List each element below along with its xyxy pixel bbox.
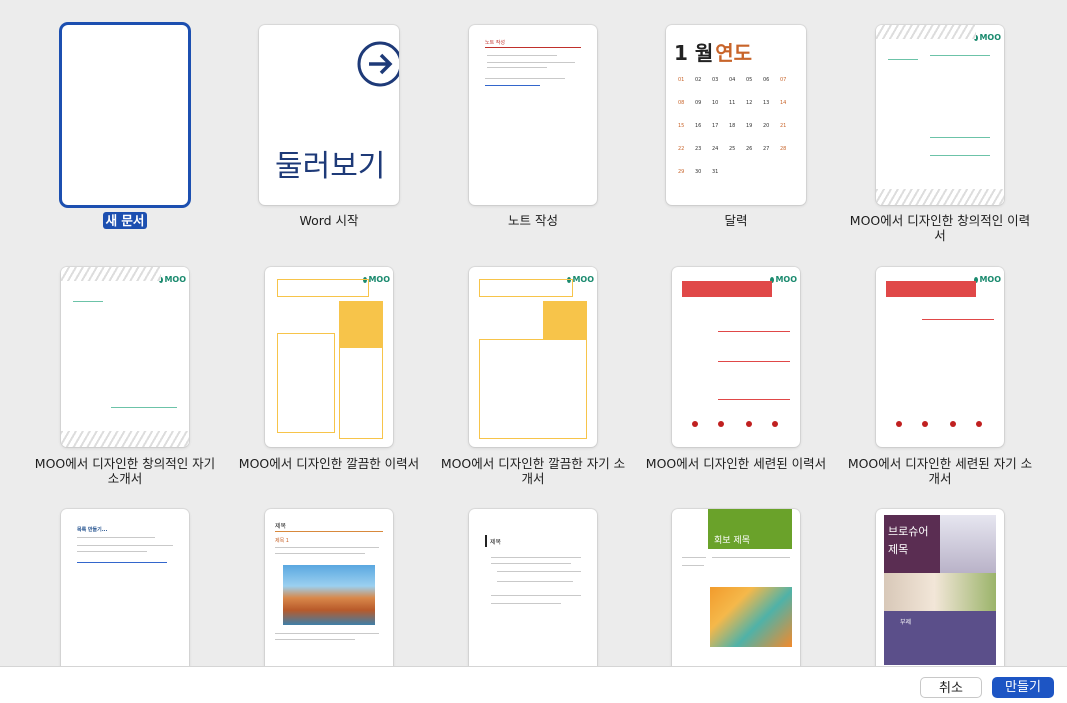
calendar-day: 14 [780,100,787,106]
calendar-day: 03 [712,77,719,83]
thumb-title: 둘러보기 [275,149,386,184]
calendar-day: 10 [712,100,719,106]
thumb-title: 제목 [275,523,287,530]
thumb-subtitle: 부제 [900,619,912,626]
template-thumbnail[interactable]: MOO [265,267,393,447]
calendar-day: 16 [695,123,702,129]
calendar-day: 28 [780,146,787,152]
thumb-title: 목록 만들기... [77,527,108,533]
template-thumbnail[interactable]: 노트 작성 [469,25,597,205]
calendar-day: 09 [695,100,702,106]
thumb-subtitle: 제목 1 [275,538,289,544]
template-thumbnail[interactable]: 둘러보기 [259,25,399,205]
calendar-day: 01 [678,77,685,83]
calendar-day: 13 [763,100,770,106]
calendar-day: 12 [746,100,753,106]
thumb-title: 회보 제목 [714,536,750,546]
calendar-day: 19 [746,123,753,129]
calendar-day: 06 [763,77,770,83]
template-caption: Word 시작 [299,213,359,228]
template-thumbnail[interactable]: MOO [61,267,189,447]
calendar-day: 27 [763,146,770,152]
cancel-button[interactable]: 취소 [920,677,982,698]
calendar-day: 22 [678,146,685,152]
calendar-day: 21 [780,123,787,129]
thumb-title: 노트 작성 [485,40,505,46]
calendar-day: 15 [678,123,685,129]
calendar-day: 18 [729,123,736,129]
thumb-title: 제목 [490,539,502,546]
calendar-day: 05 [746,77,753,83]
create-button[interactable]: 만들기 [992,677,1054,698]
template-caption: MOO에서 디자인한 세련된 이력서 [645,456,827,471]
calendar-day: 07 [780,77,787,83]
moo-logo: MOO [768,267,800,291]
template-thumbnail[interactable]: 제목 [469,509,597,666]
template-thumbnail[interactable]: 제목 제목 1 [265,509,393,666]
dialog-footer: 취소 만들기 [0,666,1067,703]
template-thumbnail[interactable]: 회보 제목 [672,509,800,666]
template-caption: 새 문서 [32,212,218,229]
arrow-right-icon [357,41,399,87]
calendar-day: 26 [746,146,753,152]
template-caption: 달력 [724,213,748,228]
thumb-title: 브로슈어 제목 [888,525,929,556]
template-thumbnail[interactable]: MOO [876,267,1004,447]
template-thumbnail[interactable]: 목록 만들기... [61,509,189,666]
photo-image [884,573,996,611]
calendar-day: 17 [712,123,719,129]
calendar-day: 02 [695,77,702,83]
calendar-day: 25 [729,146,736,152]
calendar-day: 04 [729,77,736,83]
template-thumbnail[interactable]: MOO [672,267,800,447]
calendar-day: 30 [695,169,702,175]
moo-logo: MOO [972,25,1004,49]
moo-logo: MOO [157,267,189,291]
calendar-day: 08 [678,100,685,106]
calendar-day: 11 [729,100,736,106]
template-thumbnail[interactable] [62,25,188,205]
calendar-day: 20 [763,123,770,129]
template-thumbnail[interactable]: MOO [876,25,1004,205]
template-caption: MOO에서 디자인한 창의적인 이력서 [849,213,1031,243]
calendar-day: 23 [695,146,702,152]
calendar-month: 1 월 연도 [674,41,753,65]
template-caption: MOO에서 디자인한 세련된 자기 소개서 [847,456,1033,486]
calendar-day: 24 [712,146,719,152]
photo-image [283,565,375,625]
moo-logo: MOO [972,267,1004,291]
template-caption: MOO에서 디자인한 창의적인 자기 소개서 [34,456,216,486]
template-thumbnail[interactable]: MOO [469,267,597,447]
template-caption: MOO에서 디자인한 깔끔한 이력서 [238,456,420,471]
photo-image [940,515,996,573]
template-caption: MOO에서 디자인한 깔끔한 자기 소개서 [440,456,626,486]
calendar-day: 31 [712,169,719,175]
photo-image [710,587,792,647]
template-thumbnail[interactable]: 1 월 연도 01 02 03 04 05 06 07 08 09 10 11 12 13 14 15 16 17… [666,25,806,205]
template-thumbnail[interactable]: 브로슈어 제목 부제 [876,509,1004,666]
template-gallery: 새 문서 둘러보기 Word 시작 노트 작성 노트 작성 1 월 연도 01 … [0,0,1067,666]
template-caption: 노트 작성 [508,213,558,228]
calendar-day: 29 [678,169,685,175]
